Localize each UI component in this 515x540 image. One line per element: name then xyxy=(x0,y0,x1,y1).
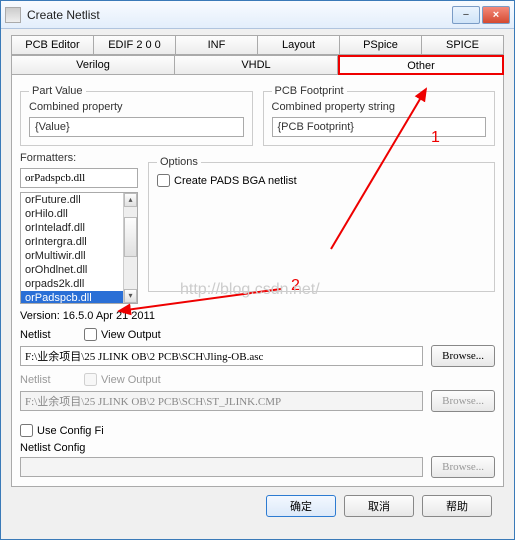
list-item[interactable]: orMultiwir.dll xyxy=(21,249,123,263)
scroll-up-icon[interactable]: ▴ xyxy=(124,193,137,207)
tab-spice[interactable]: SPICE xyxy=(422,35,504,55)
tab-verilog[interactable]: Verilog xyxy=(11,55,175,75)
tab-row-1: PCB Editor EDIF 2 0 0 INF Layout PSpice … xyxy=(11,35,504,55)
netlist1-path-input[interactable] xyxy=(20,346,423,366)
part-value-group: Part Value Combined property {Value} xyxy=(20,85,253,146)
tab-pcb-editor[interactable]: PCB Editor xyxy=(11,35,94,55)
netlist2-path-input xyxy=(20,391,423,411)
netlist-config-input xyxy=(20,457,423,477)
browse-2-button: Browse... xyxy=(431,390,495,412)
browse-config-button: Browse... xyxy=(431,456,495,478)
formatters-label: Formatters: xyxy=(20,152,138,164)
options-legend: Options xyxy=(157,156,201,168)
view-output-2: View Output xyxy=(84,373,161,386)
browse-1-button[interactable]: Browse... xyxy=(431,345,495,367)
pcb-footprint-field[interactable]: {PCB Footprint} xyxy=(272,117,487,137)
pcb-footprint-legend: PCB Footprint xyxy=(272,85,347,97)
annotation-1: 1 xyxy=(431,129,440,147)
use-config-label: Use Config Fi xyxy=(37,425,104,437)
dialog-window: Create Netlist − × PCB Editor EDIF 2 0 0… xyxy=(0,0,515,540)
list-item[interactable]: orpads2k.dll xyxy=(21,277,123,291)
list-item-selected[interactable]: orPadspcb.dll xyxy=(21,291,123,303)
tab-layout[interactable]: Layout xyxy=(258,35,340,55)
create-pads-checkbox[interactable]: Create PADS BGA netlist xyxy=(157,174,297,187)
tab-row-2: Verilog VHDL Other xyxy=(11,55,504,75)
scroll-thumb[interactable] xyxy=(124,217,137,257)
tab-edif[interactable]: EDIF 2 0 0 xyxy=(94,35,176,55)
close-button[interactable]: × xyxy=(482,6,510,24)
formatter-listbox[interactable]: orFuture.dll orHilo.dll orInteladf.dll o… xyxy=(20,192,138,304)
use-config-checkbox[interactable]: Use Config Fi xyxy=(20,424,104,437)
tab-other[interactable]: Other xyxy=(338,55,504,75)
tab-pspice[interactable]: PSpice xyxy=(340,35,422,55)
tab-inf[interactable]: INF xyxy=(176,35,258,55)
combined-property-label: Combined property xyxy=(29,101,244,113)
annotation-2: 2 xyxy=(291,277,300,295)
help-button[interactable]: 帮助 xyxy=(422,495,492,517)
scroll-down-icon[interactable]: ▾ xyxy=(124,289,137,303)
view-output-1[interactable]: View Output xyxy=(84,328,161,341)
minimize-button[interactable]: − xyxy=(452,6,480,24)
list-item[interactable]: orHilo.dll xyxy=(21,207,123,221)
app-icon xyxy=(5,7,21,23)
formatter-current-input[interactable] xyxy=(20,168,138,188)
list-item[interactable]: orIntergra.dll xyxy=(21,235,123,249)
list-item[interactable]: orInteladf.dll xyxy=(21,221,123,235)
options-group: Options Create PADS BGA netlist xyxy=(148,156,495,292)
use-config-check-input[interactable] xyxy=(20,424,33,437)
ok-button[interactable]: 确定 xyxy=(266,495,336,517)
listbox-scrollbar[interactable]: ▴ ▾ xyxy=(123,193,137,303)
dialog-buttons: 确定 取消 帮助 xyxy=(11,487,504,525)
netlist-config-label: Netlist Config xyxy=(20,442,495,454)
combined-property-string-label: Combined property string xyxy=(272,101,487,113)
view-output-1-check[interactable] xyxy=(84,328,97,341)
window-title: Create Netlist xyxy=(27,8,452,22)
netlist2-label: Netlist xyxy=(20,374,68,386)
tab-vhdl[interactable]: VHDL xyxy=(175,55,338,75)
list-item[interactable]: orOhdlnet.dll xyxy=(21,263,123,277)
titlebar[interactable]: Create Netlist − × xyxy=(1,1,514,29)
part-value-field[interactable]: {Value} xyxy=(29,117,244,137)
create-pads-check-input[interactable] xyxy=(157,174,170,187)
view-output-1-label: View Output xyxy=(101,329,161,341)
pcb-footprint-group: PCB Footprint Combined property string {… xyxy=(263,85,496,146)
create-pads-label: Create PADS BGA netlist xyxy=(174,175,297,187)
view-output-2-label: View Output xyxy=(101,374,161,386)
cancel-button[interactable]: 取消 xyxy=(344,495,414,517)
version-text: Version: 16.5.0 Apr 21 2011 xyxy=(20,310,495,322)
list-item[interactable]: orFuture.dll xyxy=(21,193,123,207)
netlist1-label: Netlist xyxy=(20,329,68,341)
view-output-2-check xyxy=(84,373,97,386)
part-value-legend: Part Value xyxy=(29,85,86,97)
